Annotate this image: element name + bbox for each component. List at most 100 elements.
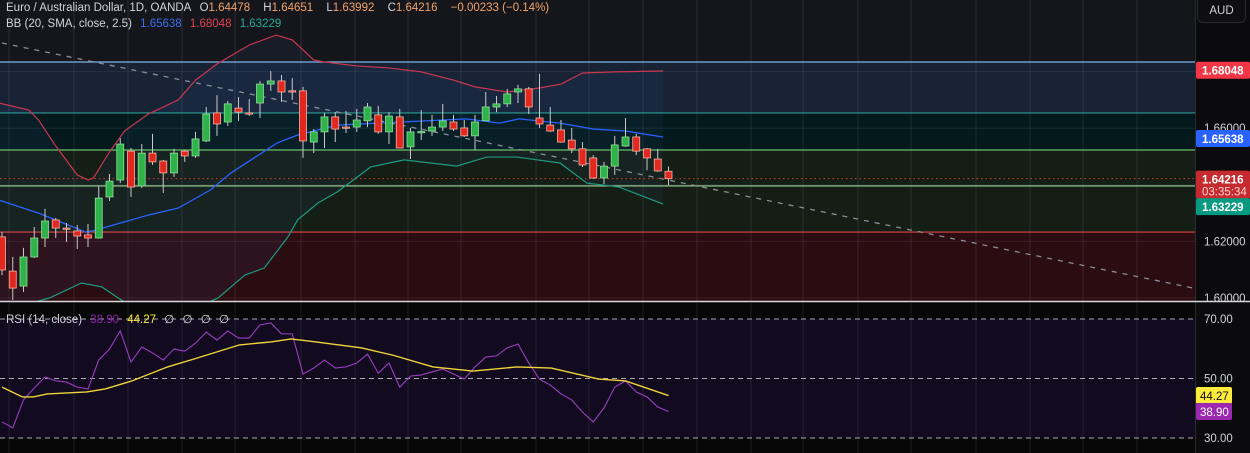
candle-down[interactable] <box>62 227 71 230</box>
candle-down[interactable] <box>84 234 92 239</box>
rsi-ma-value: 44.27 <box>127 314 157 326</box>
chart-canvas[interactable]: 1.660001.620001.600001.680481.656381.642… <box>0 0 1250 453</box>
candle-down[interactable] <box>643 148 651 159</box>
candle-up[interactable] <box>320 116 329 133</box>
price-badge-label: 1.68048 <box>1202 66 1244 78</box>
candle-down[interactable] <box>395 116 404 149</box>
candle-down[interactable] <box>331 116 340 130</box>
candle-down[interactable] <box>374 114 383 133</box>
open-label: O <box>199 2 209 14</box>
candle-down[interactable] <box>288 90 297 93</box>
candle-up[interactable] <box>256 83 264 104</box>
candle-down[interactable] <box>234 107 243 113</box>
candle-down[interactable] <box>159 160 168 174</box>
candle-up[interactable] <box>202 113 211 142</box>
candle-down[interactable] <box>664 170 673 180</box>
candle-up[interactable] <box>30 237 39 258</box>
symbol-title[interactable]: Euro / Australian Dollar, 1D, OANDA <box>6 2 191 14</box>
rsi-label[interactable]: RSI (14, close) <box>6 314 82 326</box>
candle-up[interactable] <box>492 103 501 108</box>
candle-up[interactable] <box>137 152 146 187</box>
open-value: 1.64478 <box>208 2 251 14</box>
candle-up[interactable] <box>471 121 479 137</box>
close-value: 1.64216 <box>395 2 438 14</box>
low-label: L <box>326 2 333 14</box>
candle-up[interactable] <box>105 180 114 198</box>
candle-up[interactable] <box>223 103 232 123</box>
rsi-legend: RSI (14, close) 38.90 44.27 ∅ ∅ ∅ ∅ <box>6 312 234 326</box>
rsi-tick-label: 30.00 <box>1204 433 1233 445</box>
candle-up[interactable] <box>352 119 361 128</box>
bb-lower-value: 1.63229 <box>239 18 282 30</box>
candle-down[interactable] <box>148 152 157 163</box>
candle-up[interactable] <box>266 80 275 85</box>
candle-down[interactable] <box>546 124 555 132</box>
rsi-tick-label: 70.00 <box>1204 314 1233 326</box>
candle-up[interactable] <box>116 143 125 181</box>
candle-up[interactable] <box>481 106 490 122</box>
price-badge-label: 1.64216 <box>1202 175 1244 187</box>
candle-down[interactable] <box>180 150 189 157</box>
candle-up[interactable] <box>363 106 372 122</box>
rsi-tick-label: 50.00 <box>1204 374 1233 386</box>
candle-up[interactable] <box>610 144 619 167</box>
candle-down[interactable] <box>567 139 576 150</box>
candle-up[interactable] <box>438 120 447 128</box>
price-badge-label: 1.63229 <box>1202 202 1244 214</box>
trading-chart[interactable]: 1.66000 1.62000 1.60000 1.68048 1.65638 1.642… <box>0 0 1250 453</box>
bb-label[interactable]: BB (20, SMA, close, 2.5) <box>6 18 132 30</box>
candle-up[interactable] <box>385 115 393 133</box>
candle-up[interactable] <box>428 126 436 132</box>
rsi-extra-value: ∅ <box>182 314 193 326</box>
price-tick-label: 1.60000 <box>1204 293 1246 305</box>
high-label: H <box>263 2 272 14</box>
bb-basis-value: 1.65638 <box>140 18 182 30</box>
currency-button[interactable]: AUD <box>1197 0 1246 23</box>
ohlc-low: L1.63992 <box>326 2 379 14</box>
candle-down[interactable] <box>653 158 662 172</box>
low-value: 1.63992 <box>332 2 375 14</box>
rsi-badge-label: 38.90 <box>1200 407 1229 419</box>
candle-down[interactable] <box>8 270 17 289</box>
candle-down[interactable] <box>557 129 565 143</box>
candle-up[interactable] <box>94 197 103 239</box>
rsi-extra-value: ∅ <box>200 314 211 326</box>
candle-down[interactable] <box>127 150 135 188</box>
high-value: 1.64651 <box>271 2 314 14</box>
candle-down[interactable] <box>0 236 6 271</box>
candle-up[interactable] <box>621 136 630 147</box>
candle-up[interactable] <box>19 256 28 287</box>
candle-up[interactable] <box>514 88 522 93</box>
candle-down[interactable] <box>589 157 598 179</box>
candle-down[interactable] <box>449 121 458 130</box>
candle-up[interactable] <box>41 220 49 239</box>
candle-down[interactable] <box>51 219 60 229</box>
candle-down[interactable] <box>524 88 533 108</box>
candle-down[interactable] <box>213 112 221 125</box>
candle-up[interactable] <box>417 131 426 134</box>
price-badge-label: 1.65638 <box>1202 134 1244 146</box>
close-label: C <box>387 2 396 14</box>
candle-down[interactable] <box>460 127 469 137</box>
candle-down[interactable] <box>73 230 82 237</box>
candle-up[interactable] <box>503 93 512 105</box>
candle-down[interactable] <box>342 126 350 129</box>
candle-down[interactable] <box>299 90 307 142</box>
candle-up[interactable] <box>191 138 200 157</box>
candle-up[interactable] <box>600 165 608 179</box>
bb-upper-value: 1.68048 <box>189 18 232 30</box>
symbol-legend: Euro / Australian Dollar, 1D, OANDA O1.6… <box>6 2 554 14</box>
candle-down[interactable] <box>632 136 641 152</box>
candle-up[interactable] <box>309 131 318 143</box>
candle-up[interactable] <box>406 131 415 148</box>
rsi-extra-value: ∅ <box>164 314 175 326</box>
candle-down[interactable] <box>578 148 587 166</box>
ohlc-close: C1.64216 <box>388 2 443 14</box>
candle-up[interactable] <box>170 152 178 174</box>
candle-down[interactable] <box>277 80 286 93</box>
rsi-extra-value: ∅ <box>218 314 229 326</box>
candle-down[interactable] <box>535 117 544 125</box>
candle-down[interactable] <box>245 112 254 115</box>
ohlc-open: O1.64478 <box>200 2 256 14</box>
price-tick-label: 1.62000 <box>1204 236 1246 248</box>
